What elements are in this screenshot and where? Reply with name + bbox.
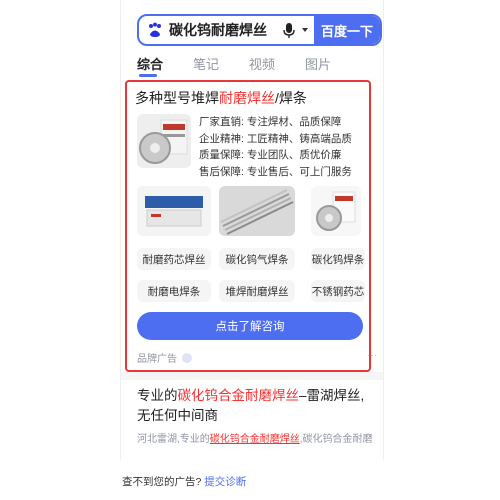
ad-feature-list: 厂家直销: 专注焊材、品质保障 企业精神: 工匠精神、铸高端品质 质量保障: 专… [199, 114, 352, 180]
tab-all[interactable]: 综合 [137, 54, 193, 73]
voice-dropdown-icon[interactable] [302, 28, 308, 32]
result-title-highlight: 碳化钨合金耐磨焊丝 [177, 388, 300, 403]
product-image[interactable] [137, 114, 191, 168]
keyword-chip[interactable]: 耐磨电焊条 [137, 280, 211, 302]
tab-notes[interactable]: 笔记 [193, 54, 249, 73]
ad-title-prefix: 多种型号堆焊 [135, 90, 219, 106]
result-desc-highlight: 碳化钨合金耐磨焊丝 [209, 434, 300, 445]
keyword-chip[interactable]: 不锈钢药芯 [311, 280, 365, 302]
search-tabs: 综合 笔记 视频 图片 [137, 54, 361, 73]
search-input[interactable]: 碳化钨耐磨焊丝 [169, 20, 267, 40]
active-tab-indicator [139, 74, 157, 77]
product-thumbnail-rods[interactable] [219, 186, 295, 236]
baidu-paw-icon [149, 22, 161, 37]
submit-diagnosis-link[interactable]: 提交诊断 [204, 476, 246, 488]
section-divider [121, 372, 383, 380]
product-thumbnail-spool[interactable] [311, 186, 361, 236]
tab-videos[interactable]: 视频 [249, 54, 305, 73]
ad-info-icon[interactable] [182, 352, 192, 363]
tab-images[interactable]: 图片 [305, 54, 361, 73]
feature-line: 厂家直销: 专注焊材、品质保障 [199, 116, 342, 128]
feature-line: 质量保障: 专业团队、质优价廉 [199, 149, 342, 161]
result-desc-suffix: ,碳化钨合金耐磨 [299, 434, 373, 445]
keyword-chip[interactable]: 碳化钨气焊条 [219, 248, 295, 270]
keyword-chip[interactable]: 碳化钨焊条 [311, 248, 365, 270]
result-description: 河北雷湖,专业的碳化钨合金耐磨焊丝,碳化钨合金耐磨 [137, 430, 375, 445]
result-title[interactable]: 专业的碳化钨合金耐磨焊丝–雷湖焊丝,无任何中间商 [137, 386, 375, 426]
ad-title-suffix: /焊条 [275, 90, 307, 106]
search-button[interactable]: 百度一下 [314, 16, 380, 44]
footer-text: 查不到您的广告? [122, 476, 202, 488]
microphone-icon[interactable] [282, 22, 296, 38]
mobile-search-page: 碳化钨耐磨焊丝 百度一下 综合 笔记 视频 图片 多种型号堆焊耐磨焊丝/焊条 厂… [120, 0, 384, 460]
result-desc-prefix: 河北雷湖,专业的 [137, 434, 210, 445]
more-options-icon[interactable]: ··· [367, 350, 377, 361]
feature-line: 企业精神: 工匠精神、铸高端品质 [199, 132, 352, 145]
feature-line: 售后保障: 专业售后、可上门服务 [199, 165, 352, 178]
ad-title-highlight: 耐磨焊丝 [219, 90, 275, 106]
keyword-chip[interactable]: 堆焊耐磨焊丝 [219, 280, 295, 302]
consult-button[interactable]: 点击了解咨询 [137, 312, 363, 340]
search-bar[interactable]: 碳化钨耐磨焊丝 百度一下 [137, 14, 382, 46]
ad-title[interactable]: 多种型号堆焊耐磨焊丝/焊条 [135, 88, 307, 108]
feedback-footer: 查不到您的广告? 提交诊断 [122, 474, 246, 489]
brand-ad-text: 品牌广告 [137, 354, 177, 365]
brand-ad-label[interactable]: 品牌广告 [137, 350, 192, 365]
product-thumbnail-box[interactable] [137, 186, 211, 236]
result-title-prefix: 专业的 [137, 388, 178, 403]
keyword-chip[interactable]: 耐磨药芯焊丝 [137, 248, 211, 270]
